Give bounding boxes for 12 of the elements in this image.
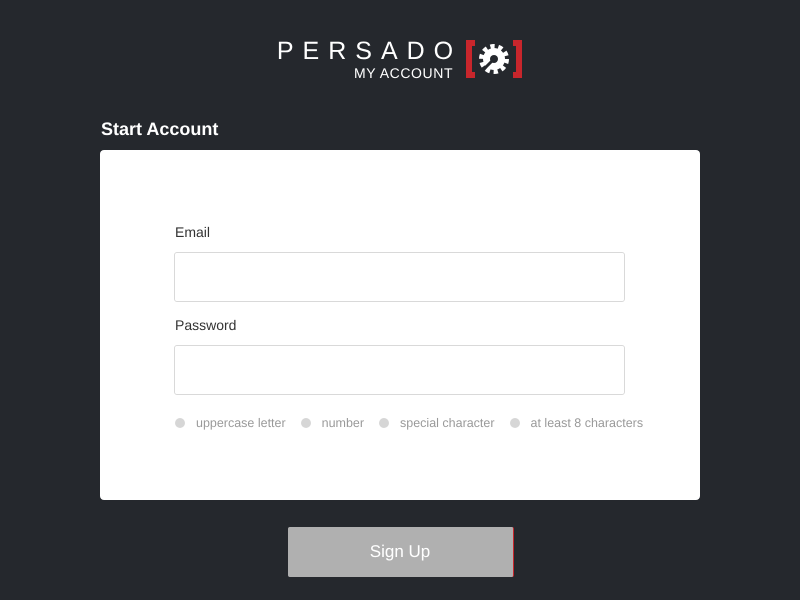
form-title: Start Account	[101, 118, 218, 140]
bracketed-gear-icon	[465, 39, 524, 79]
input-field[interactable]	[174, 345, 625, 395]
field-label: Email	[174, 224, 210, 240]
requirement-label: uppercase letter	[196, 415, 286, 431]
requirement-label: special character	[400, 415, 495, 431]
input-field[interactable]	[174, 252, 625, 302]
brand-wordmark: PERSADO	[276, 38, 462, 64]
requirement-label: at least 8 characters	[530, 415, 644, 431]
field-label: Password	[174, 317, 236, 333]
brand-subtitle: MY ACCOUNT	[354, 64, 454, 80]
requirement-label: number	[322, 415, 364, 431]
